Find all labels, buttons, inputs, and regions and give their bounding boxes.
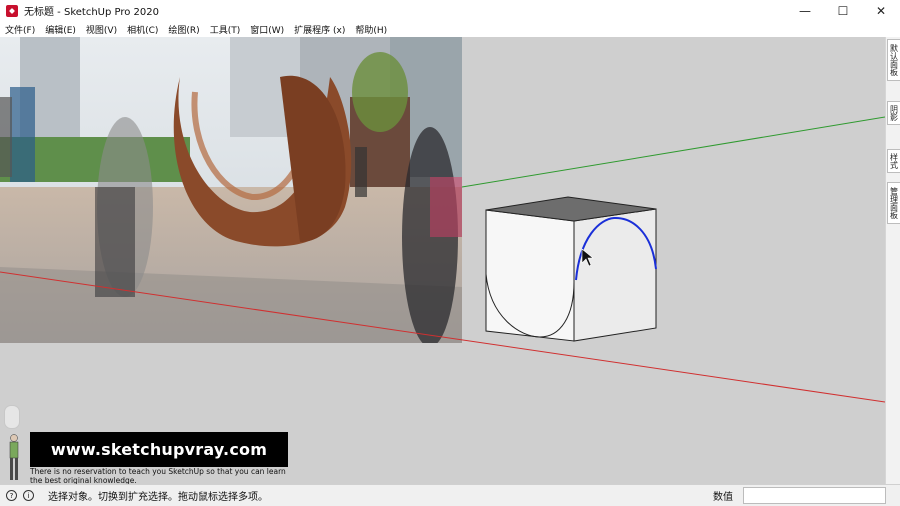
info-icon[interactable]: i xyxy=(23,490,34,501)
tray-tab-styles[interactable]: 样式 xyxy=(887,149,900,173)
measurements-label: 数值 xyxy=(713,492,733,503)
menu-file[interactable]: 文件(F) xyxy=(0,23,40,36)
model-geometry xyxy=(0,116,885,403)
menu-draw[interactable]: 绘图(R) xyxy=(163,23,204,36)
menu-window[interactable]: 窗口(W) xyxy=(245,23,289,36)
cube-right-face[interactable] xyxy=(573,208,657,342)
window-controls: — ☐ ✕ xyxy=(786,0,900,21)
menu-edit[interactable]: 编辑(E) xyxy=(40,23,81,36)
green-axis xyxy=(461,116,885,188)
watermark-banner: www.sketchupvray.com xyxy=(30,432,288,467)
maximize-button[interactable]: ☐ xyxy=(824,0,862,21)
tagline-line-1: There is no reservation to teach you Ske… xyxy=(30,467,286,476)
menu-help[interactable]: 帮助(H) xyxy=(350,23,392,36)
model-viewport[interactable] xyxy=(0,37,885,484)
tray-tab-manage[interactable]: 管理面板 xyxy=(887,182,900,224)
red-axis xyxy=(0,271,885,403)
close-button[interactable]: ✕ xyxy=(862,0,900,21)
watermark-tagline: There is no reservation to teach you Ske… xyxy=(30,467,330,485)
window-title: 无标题 - SketchUp Pro 2020 xyxy=(24,7,159,18)
status-message: 选择对象。切换到扩充选择。拖动鼠标选择多项。 xyxy=(48,492,268,503)
tray-tab-shadows[interactable]: 阴影 xyxy=(887,101,900,125)
title-bar: 无标题 - SketchUp Pro 2020 — ☐ ✕ xyxy=(0,0,900,21)
tray-tab-default[interactable]: 默认面板 xyxy=(887,39,900,81)
menu-bar: 文件(F) 编辑(E) 视图(V) 相机(C) 绘图(R) 工具(T) 窗口(W… xyxy=(0,21,900,37)
menu-extensions[interactable]: 扩展程序 (x) xyxy=(289,23,350,36)
menu-view[interactable]: 视图(V) xyxy=(81,23,122,36)
sketchup-logo-icon xyxy=(6,4,18,17)
menu-tools[interactable]: 工具(T) xyxy=(205,23,246,36)
measurements-input[interactable] xyxy=(743,487,886,504)
scale-figure-icon xyxy=(9,434,19,480)
help-icon[interactable]: ? xyxy=(6,490,17,501)
cube-front-face[interactable] xyxy=(485,209,575,342)
menu-camera[interactable]: 相机(C) xyxy=(122,23,163,36)
navigation-knob[interactable] xyxy=(4,405,20,429)
minimize-button[interactable]: — xyxy=(786,0,824,21)
cube[interactable] xyxy=(485,196,657,342)
right-tray: 默认面板 阴影 样式 管理面板 xyxy=(885,37,900,484)
